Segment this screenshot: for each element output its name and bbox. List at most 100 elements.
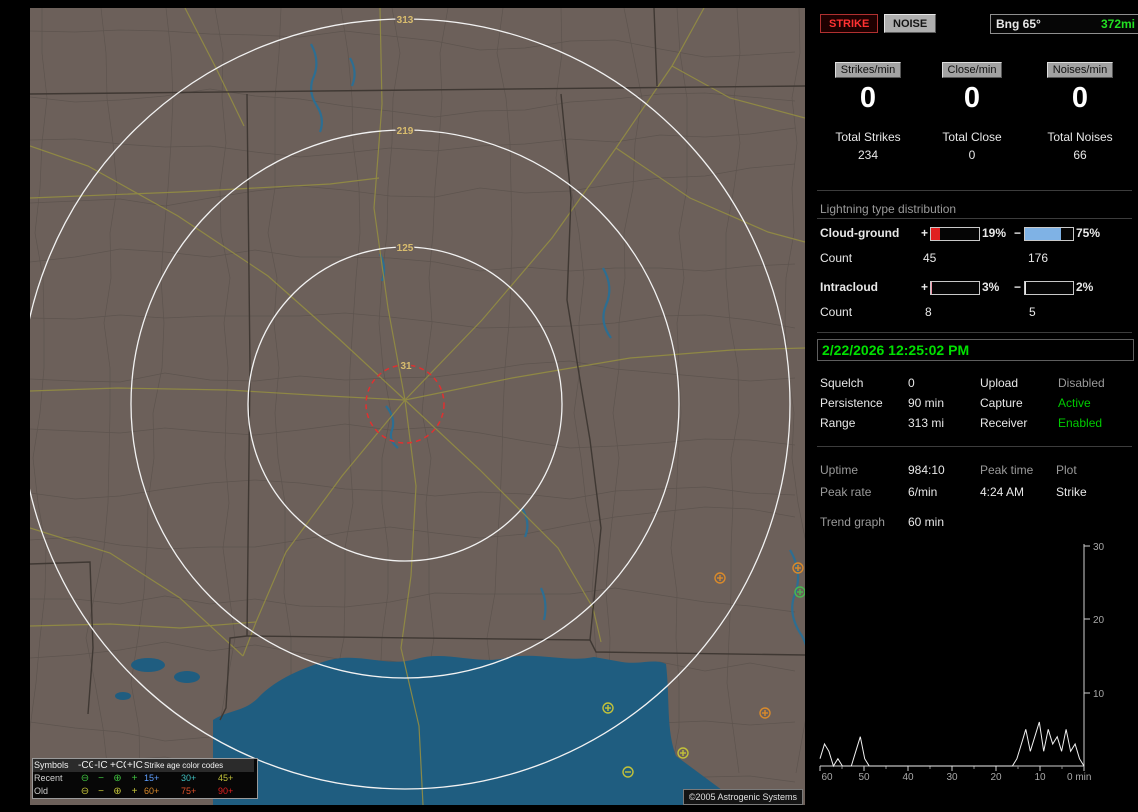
plot-label: Plot	[1056, 463, 1077, 477]
minus-sign: −	[1014, 226, 1022, 240]
strikes-per-min-value: 0	[859, 82, 877, 114]
legend-col-neg-cg: -CG	[77, 759, 97, 772]
neg-cg-pct: 75%	[1076, 226, 1101, 240]
legend-age-header: Strike age color codes	[143, 759, 254, 772]
old-neg-ic-icon: −	[98, 786, 104, 797]
cloud-ground-row: Cloud-ground + 19% − 75%	[815, 226, 1138, 244]
app-window: { "map": { "rings": [ {"label": "313"}, …	[0, 0, 1138, 812]
pos-cg-bar-fill	[931, 228, 941, 240]
legend-symbols-header: Symbols	[33, 759, 77, 772]
age-30: 30+	[181, 773, 197, 783]
peak-rate-label: Peak rate	[820, 485, 872, 499]
peak-time-label: Peak time	[980, 463, 1034, 477]
copyright-badge: ©2005 Astrogenic Systems	[682, 789, 803, 805]
ring-label-313: 313	[397, 15, 414, 26]
pos-ic-count: 8	[925, 305, 932, 319]
datetime-display: 2/22/2026 12:25:02 PM	[817, 339, 1134, 361]
pos-cg-pct: 19%	[982, 226, 1007, 240]
counter-buttons-row: Strikes/min Close/min Noises/min	[815, 62, 1138, 80]
trend-graph: 30 20 10 60 50 40 30 20 10 0 min	[815, 536, 1138, 796]
ring-label-219: 219	[397, 126, 414, 137]
plus-sign: +	[921, 226, 929, 240]
total-noises-label: Total Noises	[1047, 130, 1113, 144]
y-tick-30: 30	[1093, 542, 1105, 553]
bearing-range: 372mi	[1100, 17, 1135, 31]
pos-ic-bar-fill	[931, 282, 933, 294]
squelch-value: 0	[908, 376, 915, 390]
x-tick-20: 20	[990, 772, 1002, 783]
range-label: Range	[820, 416, 856, 430]
upload-status: Disabled	[1058, 376, 1105, 390]
pos-ic-bar	[930, 281, 980, 295]
settings-row-1: Squelch 0 Upload Disabled	[815, 376, 1138, 394]
noise-mode-button[interactable]: NOISE	[884, 14, 937, 33]
receiver-label: Receiver	[980, 416, 1028, 430]
uptime-label: Uptime	[820, 463, 859, 477]
legend-row-old-label: Old	[34, 786, 49, 796]
neg-cg-count: 176	[1028, 251, 1049, 265]
bearing-readout: Bng 65° 372mi	[990, 14, 1138, 34]
mode-bar: STRIKE NOISE Bng 65° 372mi	[815, 14, 1138, 34]
range-value: 313 mi	[908, 416, 945, 430]
old-pos-cg-icon: ⊕	[113, 786, 122, 797]
bearing-label: Bng 65°	[996, 17, 1041, 31]
minus-sign: −	[1014, 280, 1022, 294]
trend-window-value: 60 min	[908, 515, 945, 529]
recent-neg-ic-icon: −	[98, 773, 104, 784]
totals-values-row: 234 0 66	[815, 148, 1138, 166]
capture-label: Capture	[980, 396, 1023, 410]
x-tick-10: 10	[1034, 772, 1046, 783]
intracloud-label: Intracloud	[820, 280, 879, 294]
total-strikes-label: Total Strikes	[835, 130, 901, 144]
pos-cg-bar	[930, 227, 980, 241]
upload-label: Upload	[980, 376, 1019, 390]
recent-pos-ic-icon: +	[131, 773, 138, 784]
separator	[817, 190, 1132, 191]
ic-count-row: Count 8 5	[815, 305, 1138, 323]
receiver-status: Enabled	[1058, 416, 1103, 430]
close-per-min-value: 0	[963, 82, 981, 114]
total-strikes-value: 234	[857, 148, 879, 162]
old-neg-cg-icon: ⊖	[80, 786, 90, 797]
age-45: 45+	[218, 773, 234, 783]
separator	[817, 446, 1132, 447]
age-75: 75+	[181, 786, 197, 796]
recent-neg-cg-icon: ⊖	[80, 773, 90, 784]
neg-ic-count: 5	[1029, 305, 1036, 319]
noises-per-min-button[interactable]: Noises/min	[1046, 62, 1114, 78]
legend-col-pos-ic: +IC	[126, 759, 143, 772]
settings-row-2: Persistence 90 min Capture Active	[815, 396, 1138, 414]
close-per-min-button[interactable]: Close/min	[941, 62, 1003, 78]
strike-mode-button[interactable]: STRIKE	[820, 14, 879, 33]
intracloud-row: Intracloud + 3% − 2%	[815, 280, 1138, 298]
capture-status: Active	[1058, 396, 1091, 410]
cloud-ground-label: Cloud-ground	[820, 226, 900, 240]
pos-cg-count: 45	[923, 251, 937, 265]
age-60: 60+	[144, 786, 160, 796]
trend-graph-svg: 30 20 10 60 50 40 30 20 10 0 min	[819, 542, 1105, 783]
neg-ic-bar	[1024, 281, 1074, 295]
peak-time-value: 4:24 AM	[980, 485, 1025, 499]
trend-line	[819, 721, 1085, 768]
x-tick-40: 40	[902, 772, 914, 783]
plus-sign: +	[921, 280, 929, 294]
x-tick-60: 60	[821, 772, 833, 783]
noises-per-min-value: 0	[1071, 82, 1089, 114]
squelch-label: Squelch	[820, 376, 864, 390]
total-close-value: 0	[968, 148, 976, 162]
y-tick-10: 10	[1093, 689, 1105, 700]
neg-cg-bar	[1024, 227, 1074, 241]
strike-map[interactable]: 313 219 125 31 Symbols -CG -IC +CG +IC S…	[30, 8, 805, 805]
separator	[817, 332, 1132, 333]
trend-graph-label: Trend graph	[820, 515, 885, 529]
map-legend: Symbols -CG -IC +CG +IC Strike age color…	[32, 758, 258, 799]
legend-col-neg-ic: -IC	[93, 759, 109, 772]
persistence-label: Persistence	[820, 396, 883, 410]
strikes-per-min-button[interactable]: Strikes/min	[834, 62, 902, 78]
plot-value: Strike	[1056, 485, 1087, 499]
count-label: Count	[820, 251, 853, 265]
legend-row-recent-label: Recent	[34, 773, 63, 783]
stats-row-2: Peak rate 6/min 4:24 AM Strike	[815, 485, 1138, 503]
cg-count-row: Count 45 176	[815, 251, 1138, 269]
peak-rate-value: 6/min	[908, 485, 938, 499]
